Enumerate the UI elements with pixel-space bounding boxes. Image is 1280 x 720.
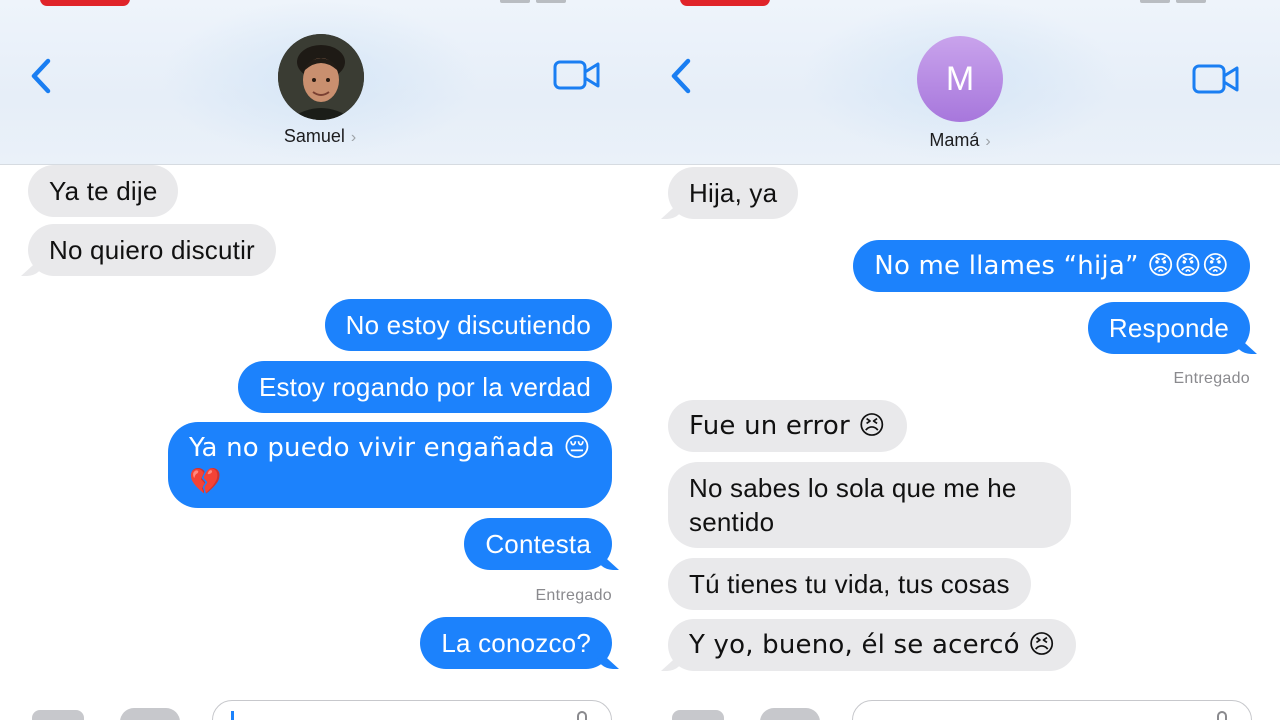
- message-input[interactable]: [852, 700, 1252, 720]
- recording-indicator: [680, 0, 770, 6]
- message-bubble-received[interactable]: Tú tienes tu vida, tus cosas: [668, 558, 1031, 610]
- message-bubble-received[interactable]: Hija, ya: [668, 167, 799, 219]
- message-bubble-sent[interactable]: Estoy rogando por la verdad: [237, 361, 612, 413]
- compose-bar: [0, 700, 640, 720]
- message-bubble-received[interactable]: Y yo, bueno, él se acercó 😣: [668, 619, 1077, 671]
- status-bar-icons: [500, 0, 580, 4]
- contact-name-text: Mamá: [929, 130, 980, 150]
- microphone-icon[interactable]: [577, 711, 587, 720]
- conversation-header: M Mamá ›: [640, 0, 1280, 165]
- message-bubble-sent[interactable]: No estoy discutiendo: [324, 299, 612, 351]
- chevron-right-icon: ›: [985, 133, 991, 150]
- message-bubble-sent[interactable]: La conozco?: [420, 617, 612, 669]
- conversation-header: Samuel ›: [0, 0, 640, 165]
- contact-name-text: Samuel: [283, 126, 345, 146]
- status-bar-icons: [1140, 0, 1220, 4]
- app-store-icon[interactable]: [760, 708, 820, 720]
- back-chevron-icon[interactable]: [26, 55, 56, 97]
- avatar-photo: [278, 34, 364, 120]
- message-bubble-received[interactable]: No sabes lo sola que me he sentido: [668, 462, 1071, 548]
- avatar[interactable]: [278, 34, 364, 120]
- back-chevron-icon[interactable]: [666, 55, 696, 97]
- message-bubble-received[interactable]: No quiero discutir: [28, 224, 276, 276]
- contact-name[interactable]: Samuel ›: [0, 126, 640, 147]
- message-bubble-sent[interactable]: No me llames “hija” 😡😡😡: [853, 240, 1250, 292]
- video-call-icon[interactable]: [1192, 62, 1240, 96]
- conversation-mama: M Mamá › Hija, ya No me llames “hija” 😡😡😡…: [640, 0, 1280, 720]
- message-bubble-sent[interactable]: Responde: [1087, 302, 1250, 354]
- text-cursor: [231, 711, 234, 720]
- message-bubble-received[interactable]: Fue un error 😣: [668, 400, 907, 452]
- delivered-status: Entregado: [1173, 370, 1250, 387]
- avatar-initial: M: [945, 59, 975, 98]
- chevron-right-icon: ›: [350, 129, 357, 146]
- message-bubble-sent[interactable]: Ya no puedo vivir engañada 😔 💔: [168, 422, 612, 508]
- recording-indicator: [40, 0, 130, 6]
- camera-icon[interactable]: [672, 710, 724, 720]
- video-call-icon[interactable]: [553, 58, 601, 92]
- contact-name[interactable]: Mamá ›: [640, 130, 1280, 151]
- message-bubble-received[interactable]: Ya te dije: [28, 165, 179, 217]
- conversation-samuel: Samuel › Ya te dije No quiero discutir No…: [0, 0, 640, 720]
- microphone-icon[interactable]: [1217, 711, 1227, 720]
- compose-bar: [640, 700, 1280, 720]
- delivered-status: Entregado: [535, 587, 612, 604]
- app-store-icon[interactable]: [120, 708, 180, 720]
- avatar[interactable]: M: [917, 36, 1003, 122]
- camera-icon[interactable]: [32, 710, 84, 720]
- message-input[interactable]: [212, 700, 612, 720]
- message-bubble-sent[interactable]: Contesta: [464, 518, 612, 570]
